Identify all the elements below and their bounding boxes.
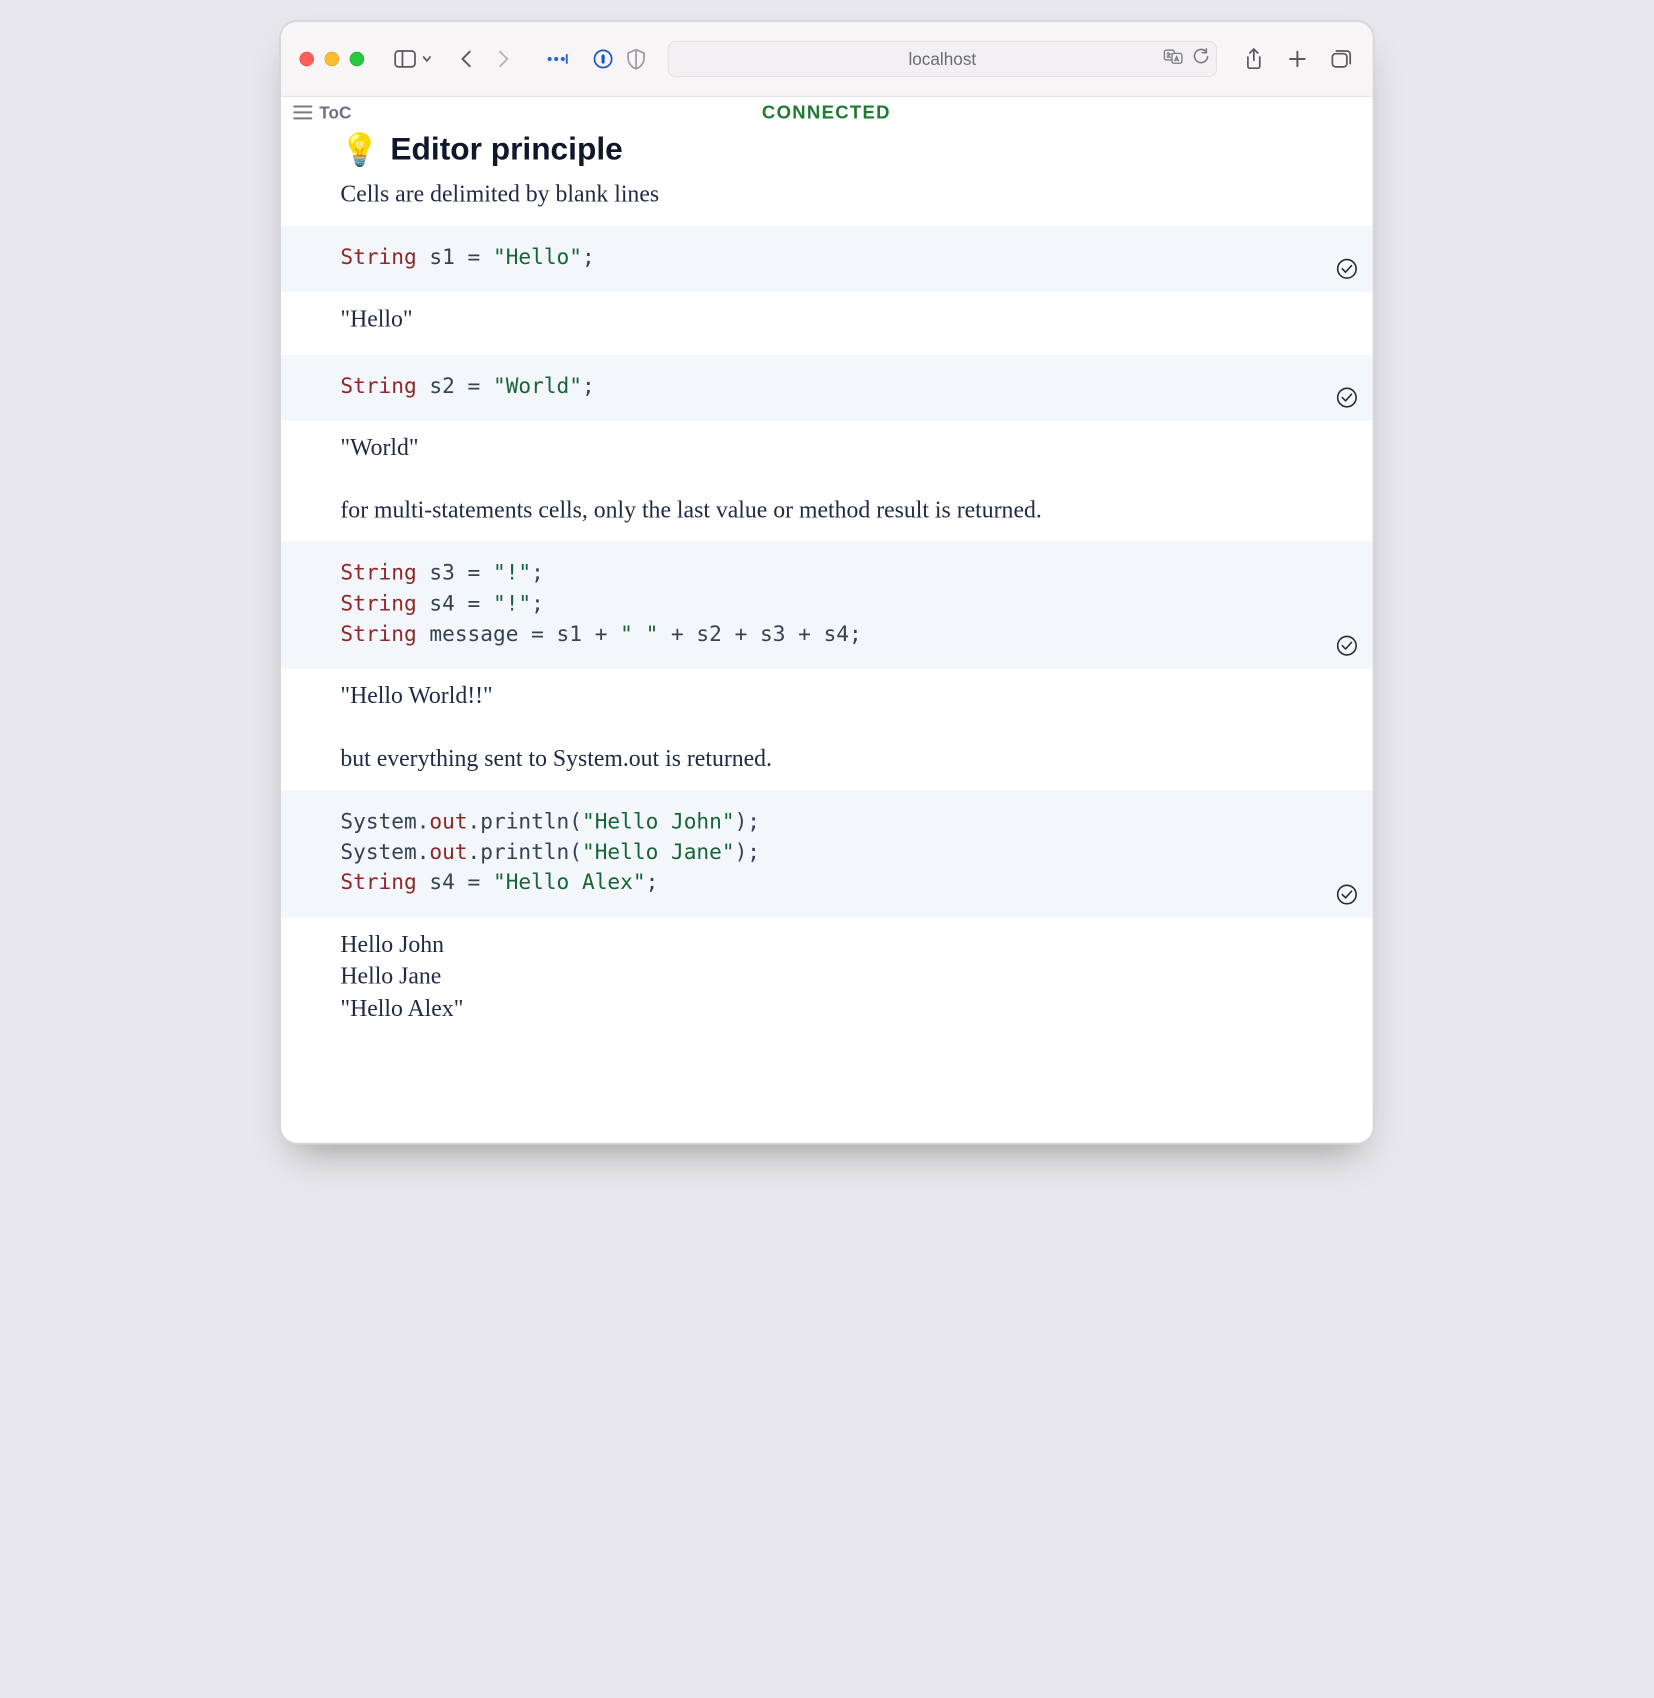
nav-back-button[interactable]	[454, 46, 480, 72]
cell-output: "Hello World!!"	[281, 669, 1373, 731]
cell-output: "World"	[281, 421, 1373, 483]
translate-icon[interactable]	[1164, 48, 1184, 70]
code-cell[interactable]: String s1 = "Hello";	[281, 226, 1373, 292]
hamburger-icon	[293, 105, 313, 121]
cell-output: "Hello"	[281, 292, 1373, 354]
code-cell[interactable]: String s2 = "World";	[281, 354, 1373, 420]
prose-block: Cells are delimited by blank lines	[281, 167, 1373, 225]
sidebar-menu-chevron[interactable]	[420, 46, 435, 72]
code-cell[interactable]: System.out.println("Hello John"); System…	[281, 790, 1373, 917]
toc-label: ToC	[319, 102, 351, 122]
cell-success-icon	[1336, 635, 1358, 657]
browser-window: localhost	[281, 22, 1373, 1143]
nav-forward-button[interactable]	[490, 46, 516, 72]
code-cell[interactable]: String s3 = "!"; String s4 = "!"; String…	[281, 542, 1373, 669]
bulb-icon: 💡	[341, 135, 380, 167]
share-button[interactable]	[1241, 46, 1267, 72]
new-tab-button[interactable]	[1284, 46, 1310, 72]
cell-success-icon	[1336, 386, 1358, 408]
reader-toggle-button[interactable]	[545, 46, 571, 72]
prose-block: for multi-statements cells, only the las…	[281, 483, 1373, 541]
page-title: Editor principle	[391, 131, 623, 167]
window-zoom-button[interactable]	[350, 52, 365, 67]
prose-block: but everything sent to System.out is ret…	[281, 731, 1373, 789]
window-close-button[interactable]	[300, 52, 315, 67]
window-minimize-button[interactable]	[325, 52, 340, 67]
traffic-lights	[300, 52, 365, 67]
cell-success-icon	[1336, 883, 1358, 905]
tab-overview-button[interactable]	[1328, 46, 1354, 72]
address-text: localhost	[909, 49, 977, 69]
reload-icon[interactable]	[1193, 48, 1210, 70]
cell-output: Hello John Hello Jane "Hello Alex"	[281, 917, 1373, 1044]
privacy-shield-icon[interactable]	[623, 46, 649, 72]
extension-1password-icon[interactable]	[590, 46, 616, 72]
page-content: ToC CONNECTED 💡 Editor principle Cells a…	[281, 97, 1373, 1143]
toc-toggle-button[interactable]: ToC	[293, 102, 351, 122]
connection-status: CONNECTED	[352, 102, 1302, 123]
toolbar: localhost	[281, 22, 1373, 97]
cell-success-icon	[1336, 258, 1358, 280]
sidebar-toggle-button[interactable]	[392, 46, 418, 72]
address-bar[interactable]: localhost	[668, 41, 1217, 77]
